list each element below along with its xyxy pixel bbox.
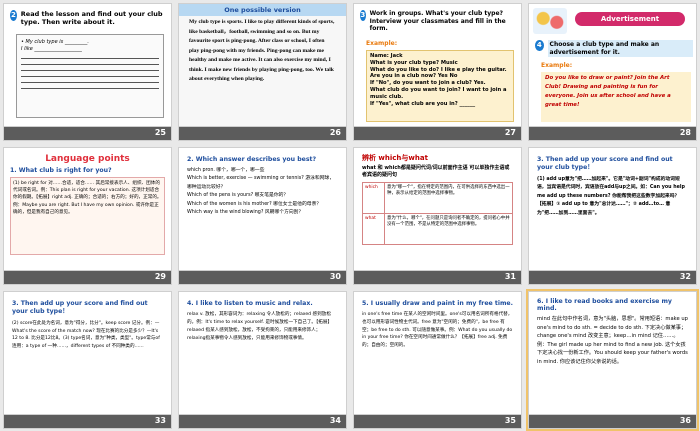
slide-footer-bar: 36 bbox=[528, 415, 697, 429]
slide-footer-bar: 30 bbox=[178, 271, 347, 285]
slide-body: mind 在此句中作名词，意为"头脑，思想"。常用短语：make up one'… bbox=[537, 316, 688, 365]
slide-subtitle: 5. I usually draw and paint in my free t… bbox=[362, 300, 513, 307]
slide-heading: Read the lesson and find out your club t… bbox=[20, 10, 163, 26]
slide-number: 29 bbox=[154, 272, 166, 281]
slide-footer-bar: 34 bbox=[178, 415, 347, 429]
slide-number: 28 bbox=[679, 128, 691, 137]
slide-body: (1) add up意为"把……加起来"。它是"动词+副词"构成的动词短语，当宾… bbox=[537, 177, 685, 216]
table-cell: 意为"哪一个"，指在特定的范围内，在可供选择的东西中选出一种，表示从给定的范围中… bbox=[387, 185, 510, 197]
writing-lines bbox=[21, 58, 159, 89]
slide-thumbnail[interactable]: 3 Work in groups. What's your club type?… bbox=[350, 0, 525, 144]
fill-line: • My club type is _________. bbox=[21, 39, 89, 45]
slide-body: what 和 which都是疑问代词/词以前面作主语 可以单独作主语或者宾语的疑… bbox=[362, 165, 510, 178]
slide-thumbnail[interactable]: 5. I usually draw and paint in my free t… bbox=[350, 288, 525, 431]
slide-footer-bar: 33 bbox=[3, 415, 172, 429]
slide-title: 辨析 which与what bbox=[362, 154, 428, 162]
slide-body: (2) score在此处为名词，意为"得分，比分"。keep score 记分。… bbox=[12, 321, 160, 349]
slide-body: (1) be right for 对……合适，适合…… 其后常接表示人、组织、团… bbox=[10, 177, 165, 255]
advertisement-banner: Advertisement bbox=[575, 12, 685, 26]
slide-footer-bar: 35 bbox=[353, 415, 522, 429]
step-number-badge: 4 bbox=[535, 40, 544, 51]
slide-number: 33 bbox=[154, 416, 166, 425]
slide-body: relax v. 放松，其形容词为：relaxing 令人放松的；relaxed… bbox=[187, 312, 333, 341]
slide-subtitle: 4. I like to listen to music and relax. bbox=[187, 300, 313, 307]
slide-footer-bar: 32 bbox=[528, 271, 697, 285]
slide-number: 32 bbox=[679, 272, 691, 281]
slide-thumbnail[interactable]: 3. Then add up your score and find out y… bbox=[525, 144, 700, 288]
slide-heading: Work in groups. What's your club type? I… bbox=[369, 10, 506, 32]
table-row-header: which bbox=[363, 183, 385, 213]
slide-footer-bar: 26 bbox=[178, 127, 347, 141]
slide-number: 27 bbox=[504, 128, 516, 137]
slide-thumbnail[interactable]: Advertisement 4 Choose a club type and m… bbox=[525, 0, 700, 144]
slide-number: 36 bbox=[679, 416, 691, 425]
table-cell: 意为"什么，哪个"，在问题只是询问者不确定的，提问者心中并没有一个范围，不是从特… bbox=[387, 216, 510, 228]
slide-footer-bar: 25 bbox=[3, 127, 172, 141]
slide-thumbnail[interactable]: 2. Which answer describes you best? whic… bbox=[175, 144, 350, 288]
slide-number: 26 bbox=[329, 128, 341, 137]
slide-subtitle: 6. I like to read books and exercise my … bbox=[537, 298, 672, 312]
slide-body: My club type is sports. I like to play d… bbox=[189, 19, 335, 82]
slide-footer-bar: 27 bbox=[353, 127, 522, 141]
slide-thumbnail[interactable]: 4. I like to listen to music and relax. … bbox=[175, 288, 350, 431]
slide-number: 30 bbox=[329, 272, 341, 281]
example-label: Example: bbox=[541, 62, 573, 69]
slide-subtitle: 2. Which answer describes you best? bbox=[187, 156, 317, 163]
slide-sorter-grid: 2 Read the lesson and find out your club… bbox=[0, 0, 700, 431]
slide-heading: Choose a club type and make an advertise… bbox=[547, 40, 693, 57]
slide-subtitle: 3. Then add up your score and find out y… bbox=[12, 300, 148, 315]
slide-thumbnail[interactable]: 辨析 which与what what 和 which都是疑问代词/词以前面作主语… bbox=[350, 144, 525, 288]
advertisement-text: Do you like to draw or paint? Join the A… bbox=[541, 72, 691, 122]
fill-line: I like ___________________ bbox=[21, 46, 82, 52]
slide-thumbnail[interactable]: Language points 1. What club is right fo… bbox=[0, 144, 175, 288]
step-number-badge: 2 bbox=[10, 10, 17, 21]
slide-title: One possible version bbox=[224, 6, 301, 14]
slide-footer-bar: 28 bbox=[528, 127, 697, 141]
example-dialog: Name: Jack What is your club type? Music… bbox=[366, 50, 514, 122]
step-number-badge: 3 bbox=[360, 10, 366, 21]
slide-number: 34 bbox=[329, 416, 341, 425]
slide-number: 25 bbox=[154, 128, 166, 137]
kids-illustration bbox=[533, 8, 567, 34]
comparison-table: which 意为"哪一个"，指在特定的范围内，在可供选择的东西中选出一种，表示从… bbox=[362, 182, 513, 245]
slide-subtitle: 1. What club is right for you? bbox=[10, 167, 112, 174]
example-label: Example: bbox=[366, 40, 398, 47]
slide-title: Language points bbox=[45, 154, 130, 164]
slide-number: 31 bbox=[504, 272, 516, 281]
slide-footer-bar: 29 bbox=[3, 271, 172, 285]
slide-body: in one's free time 在某人的空闲时间里。one's可以用名词所… bbox=[362, 312, 513, 349]
slide-thumbnail[interactable]: 3. Then add up your score and find out y… bbox=[0, 288, 175, 431]
slide-body: which pron. 哪个，哪一个，哪一些 Which is better, … bbox=[187, 168, 335, 216]
slide-thumbnail[interactable]: 2 Read the lesson and find out your club… bbox=[0, 0, 175, 144]
slide-number: 35 bbox=[504, 416, 516, 425]
table-row-header: what bbox=[363, 214, 385, 244]
slide-thumbnail[interactable]: One possible version My club type is spo… bbox=[175, 0, 350, 144]
slide-footer-bar: 31 bbox=[353, 271, 522, 285]
slide-thumbnail[interactable]: 6. I like to read books and exercise my … bbox=[525, 288, 700, 431]
slide-subtitle: 3. Then add up your score and find out y… bbox=[537, 156, 673, 171]
